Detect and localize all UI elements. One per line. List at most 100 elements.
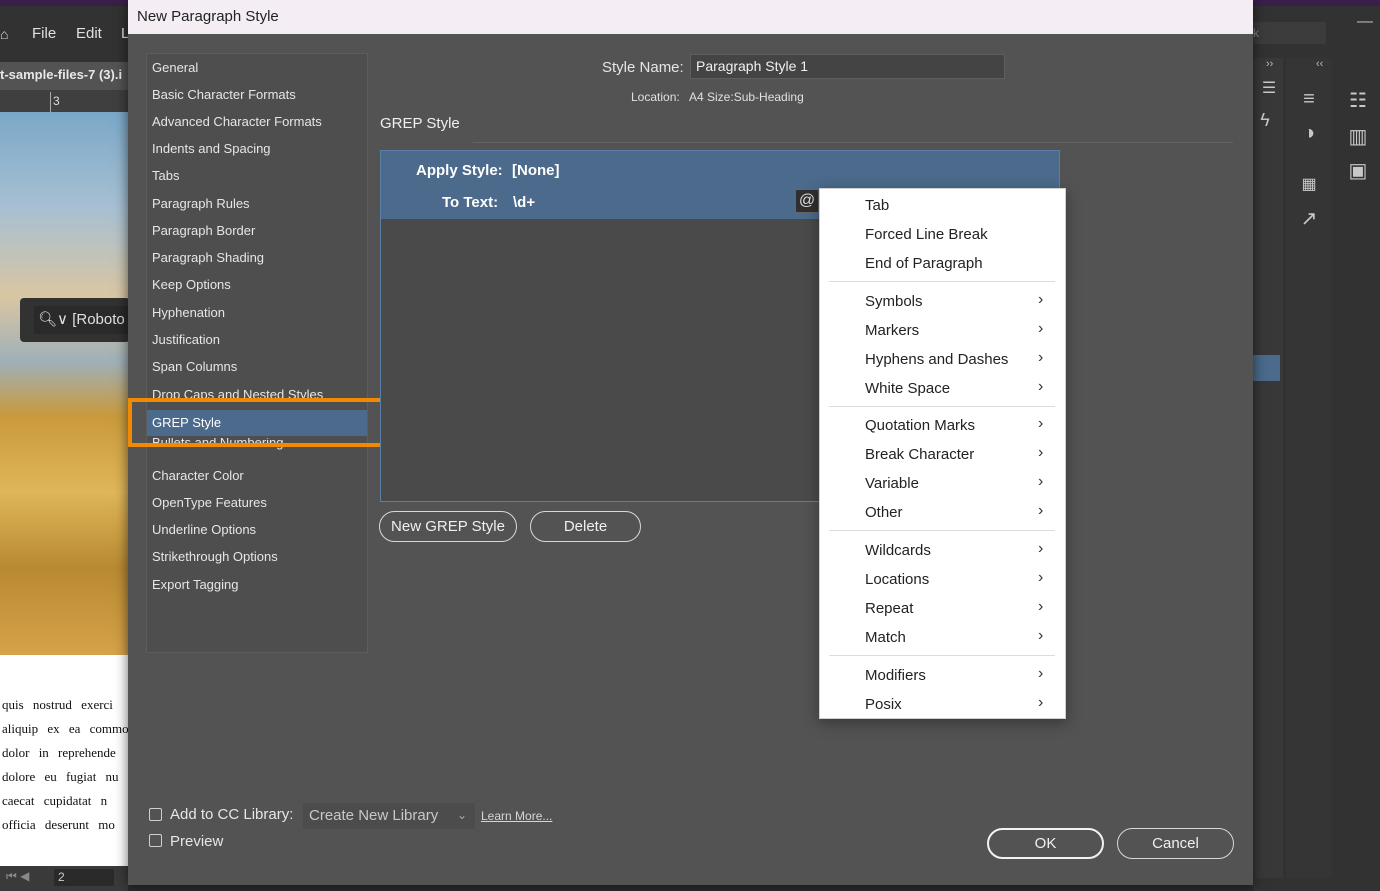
menu-item-label: Wildcards [865, 542, 931, 559]
delete-button[interactable]: Delete [530, 511, 641, 542]
preview-label: Preview [170, 833, 224, 850]
new-grep-style-button[interactable]: New GREP Style [379, 511, 517, 542]
menu-lines-icon[interactable]: ≡ [1295, 88, 1323, 111]
chevron-right-icon: › [1038, 694, 1044, 711]
category-item[interactable]: Paragraph Rules [147, 193, 367, 215]
document-text-area: quis nostrud exerci aliquip ex ea commo … [0, 655, 128, 866]
category-item[interactable]: Tabs [147, 165, 367, 187]
app-search-field[interactable]: k [1250, 22, 1326, 44]
category-item[interactable]: Strikethrough Options [147, 546, 367, 568]
menu-item-white-space[interactable]: White Space › [820, 375, 1065, 403]
panel-selection-highlight [1253, 355, 1280, 381]
menu-item-tab[interactable]: Tab [820, 192, 1065, 220]
menu-item-other[interactable]: Other › [820, 499, 1065, 527]
menu-item-end-of-paragraph[interactable]: End of Paragraph [820, 250, 1065, 278]
chevron-right-icon: › [1038, 540, 1044, 557]
export-icon[interactable]: ↗ [1295, 206, 1323, 231]
apply-style-value[interactable]: [None] [512, 162, 560, 179]
category-item[interactable]: OpenType Features [147, 492, 367, 514]
pages-icon[interactable]: ▥ [1344, 124, 1372, 149]
section-divider [473, 142, 1233, 143]
learn-more-link[interactable]: Learn More... [481, 809, 552, 823]
menu-item-label: Other [865, 504, 903, 521]
location-label: Location: [631, 90, 680, 104]
page-number-field[interactable]: 2 [54, 869, 114, 886]
menu-separator [829, 530, 1055, 531]
properties-sliders-icon[interactable]: ☷ [1344, 88, 1372, 113]
section-heading: GREP Style [380, 115, 460, 132]
category-item[interactable]: Advanced Character Formats [147, 111, 367, 133]
menu-item-variable[interactable]: Variable › [820, 470, 1065, 498]
category-item[interactable]: Export Tagging [147, 574, 367, 596]
menu-item-label: Locations [865, 571, 930, 588]
menu-file[interactable]: File [32, 25, 56, 42]
category-item[interactable]: Keep Options [147, 274, 367, 296]
menu-item-modifiers[interactable]: Modifiers › [820, 662, 1065, 690]
chevron-right-icon: › [1038, 444, 1044, 461]
category-item[interactable]: Justification [147, 329, 367, 351]
ruler-tick-label: 3 [53, 94, 60, 108]
chevron-right-icon: › [1038, 415, 1044, 432]
menu-item-quotation-marks[interactable]: Quotation Marks › [820, 412, 1065, 440]
add-to-cc-library-checkbox[interactable] [149, 808, 162, 821]
menu-separator [829, 655, 1055, 656]
menu-item-label: Modifiers [865, 667, 926, 684]
color-palette-icon[interactable]: ◑ [1295, 122, 1323, 145]
style-name-input[interactable]: Paragraph Style 1 [690, 54, 1005, 79]
document-tab[interactable]: t-sample-files-7 (3).i [0, 62, 128, 90]
category-item[interactable]: Paragraph Shading [147, 247, 367, 269]
menu-item-locations[interactable]: Locations › [820, 566, 1065, 594]
special-characters-button[interactable]: @ [795, 189, 819, 213]
collapse-panels-icon[interactable]: ‹‹ [1316, 58, 1323, 70]
menu-item-label: White Space [865, 380, 951, 397]
document-image [0, 112, 128, 655]
minimize-icon[interactable]: — [1356, 13, 1374, 31]
menu-item-forced-line-break[interactable]: Forced Line Break [820, 221, 1065, 249]
menu-item-symbols[interactable]: Symbols › [820, 288, 1065, 316]
stroke-panel-icon[interactable]: ☰ [1255, 78, 1283, 98]
menu-item-label: Symbols [865, 293, 923, 310]
menu-item-label: Repeat [865, 600, 914, 617]
cancel-button[interactable]: Cancel [1117, 828, 1234, 859]
horizontal-ruler: 3 [0, 90, 128, 113]
menu-edit[interactable]: Edit [76, 25, 102, 42]
expand-panels-icon[interactable]: ›› [1266, 58, 1273, 70]
category-item[interactable]: Paragraph Border [147, 220, 367, 242]
canvas-text-line: aliquip ex ea commo [2, 721, 128, 736]
category-item[interactable]: Basic Character Formats [147, 84, 367, 106]
menu-item-label: End of Paragraph [865, 255, 983, 272]
chevron-right-icon: › [1038, 473, 1044, 490]
menu-item-match[interactable]: Match › [820, 624, 1065, 652]
category-item[interactable]: Character Color [147, 465, 367, 487]
category-item[interactable]: Hyphenation [147, 302, 367, 324]
first-page-icon[interactable]: ⏮︎ ◀︎ [6, 869, 29, 884]
menu-item-break-character[interactable]: Break Character › [820, 441, 1065, 469]
menu-item-wildcards[interactable]: Wildcards › [820, 537, 1065, 565]
lightning-icon[interactable]: ϟ [1251, 110, 1279, 131]
ruler-mark [50, 92, 51, 112]
home-icon[interactable]: ⌂ [0, 26, 8, 42]
category-item[interactable]: Span Columns [147, 356, 367, 378]
ok-button[interactable]: OK [987, 828, 1104, 859]
menu-item-label: Markers [865, 322, 920, 339]
layers-icon[interactable]: ▣ [1344, 158, 1372, 183]
font-search-input[interactable]: 🔍︎∨ [Roboto S [34, 306, 138, 334]
menu-item-hyphens-and-dashes[interactable]: Hyphens and Dashes › [820, 346, 1065, 374]
menu-item-markers[interactable]: Markers › [820, 317, 1065, 345]
menu-item-posix[interactable]: Posix › [820, 691, 1065, 719]
swatches-icon[interactable]: ▦ [1295, 174, 1323, 194]
dialog-title: New Paragraph Style [128, 0, 1253, 34]
special-characters-menu: Tab Forced Line Break End of Paragraph S… [819, 188, 1066, 719]
canvas-text-line: caecat cupidatat n [2, 793, 108, 808]
chevron-right-icon: › [1038, 598, 1044, 615]
chevron-right-icon: › [1038, 627, 1044, 644]
chevron-down-icon[interactable]: ⌄ [457, 808, 467, 822]
category-item[interactable]: General [147, 57, 367, 79]
cc-library-select[interactable]: Create New Library [303, 803, 475, 829]
preview-checkbox[interactable] [149, 834, 162, 847]
category-item[interactable]: Indents and Spacing [147, 138, 367, 160]
to-text-value[interactable]: \d+ [513, 194, 535, 211]
category-item[interactable]: Underline Options [147, 519, 367, 541]
canvas-text-line: dolor in reprehende [2, 745, 116, 760]
menu-item-repeat[interactable]: Repeat › [820, 595, 1065, 623]
